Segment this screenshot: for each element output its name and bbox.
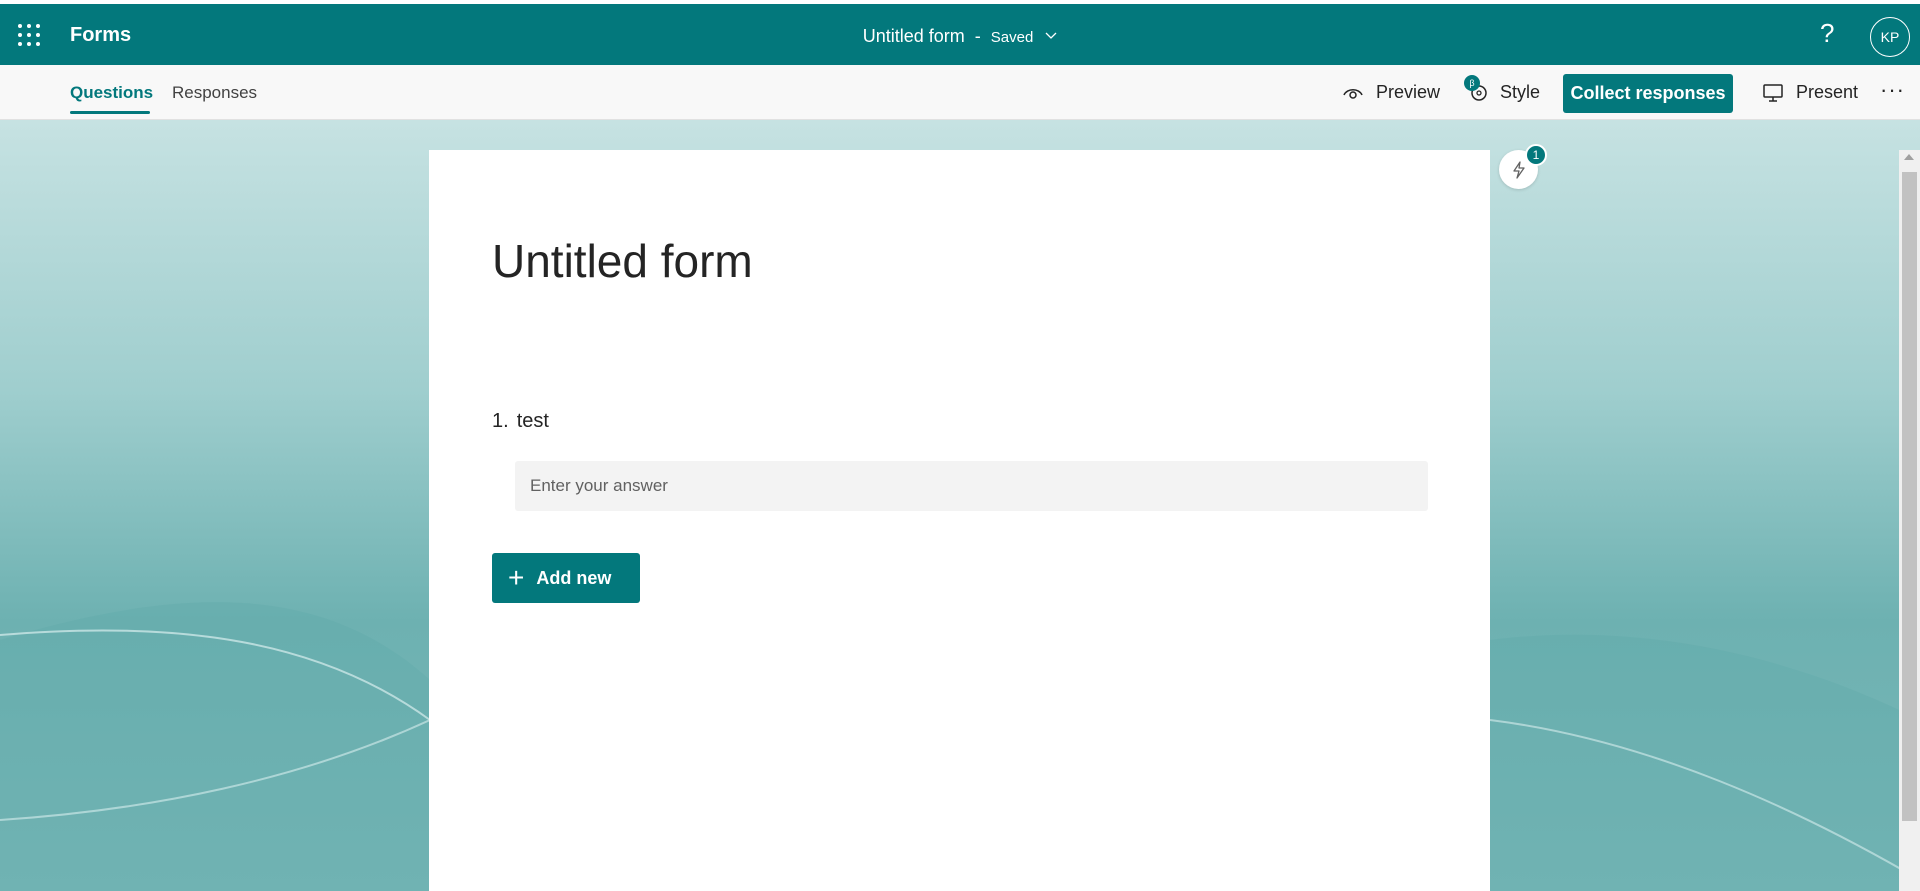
- document-title-area[interactable]: Untitled form - Saved: [0, 24, 1920, 47]
- question-1[interactable]: 1. test: [492, 410, 549, 433]
- vertical-scrollbar[interactable]: [1899, 150, 1920, 891]
- present-button[interactable]: Present: [1762, 82, 1858, 103]
- form-title[interactable]: Untitled form: [492, 234, 753, 288]
- document-title[interactable]: Untitled form: [863, 26, 965, 46]
- add-new-label: Add new: [536, 567, 612, 588]
- present-label: Present: [1796, 82, 1859, 102]
- style-button[interactable]: Style: [1470, 82, 1540, 103]
- eye-icon: [1343, 88, 1363, 99]
- add-new-button[interactable]: + Add new: [492, 553, 640, 603]
- collect-responses-button[interactable]: Collect responses: [1563, 74, 1733, 113]
- insights-count-badge: 1: [1525, 144, 1547, 166]
- help-button[interactable]: ?: [1820, 18, 1834, 49]
- preview-button[interactable]: Preview: [1342, 82, 1440, 103]
- tab-responses[interactable]: Responses: [172, 83, 257, 103]
- app-header: Forms Untitled form - Saved ? KP: [0, 0, 1920, 65]
- question-number: 1.: [492, 410, 509, 432]
- tab-questions[interactable]: Questions: [70, 83, 153, 103]
- preview-label: Preview: [1376, 82, 1441, 102]
- chevron-down-icon[interactable]: [1045, 24, 1057, 45]
- more-options-button[interactable]: ···: [1880, 77, 1905, 103]
- avatar[interactable]: KP: [1870, 17, 1910, 57]
- save-status: Saved: [990, 29, 1034, 46]
- scroll-up-arrow-icon[interactable]: [1904, 154, 1914, 160]
- plus-icon: +: [508, 562, 525, 593]
- title-separator: -: [974, 26, 981, 46]
- scrollbar-thumb[interactable]: [1902, 172, 1917, 821]
- form-card: Untitled form 1. test + Add new: [429, 150, 1490, 891]
- question-text: test: [516, 410, 549, 432]
- style-label: Style: [1500, 82, 1541, 102]
- style-beta-badge: β: [1464, 75, 1480, 91]
- answer-input[interactable]: [515, 461, 1428, 511]
- active-tab-indicator: [70, 111, 150, 114]
- monitor-icon: [1763, 83, 1783, 102]
- command-bar: Questions Responses Preview Style β Coll…: [0, 65, 1920, 120]
- lightning-icon: [1512, 160, 1525, 179]
